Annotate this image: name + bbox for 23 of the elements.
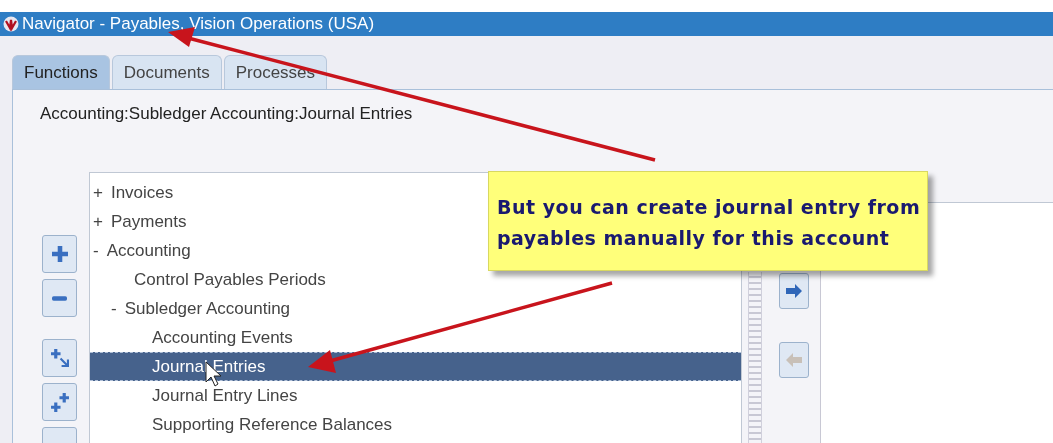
tab[interactable]: Documents xyxy=(111,55,222,89)
function-path: Accounting:Subledger Accounting:Journal Entries xyxy=(40,104,413,123)
arrow-icon xyxy=(784,352,804,368)
tree-item[interactable]: Accounting Events xyxy=(90,323,741,352)
tree-item[interactable]: Supporting Reference Balances xyxy=(90,410,741,439)
plus-icon xyxy=(50,349,69,367)
splitter-handle[interactable] xyxy=(748,272,762,443)
tab[interactable]: Functions xyxy=(12,55,110,89)
tree-item[interactable]: - Subledger Accounting xyxy=(90,294,741,323)
tree-button[interactable] xyxy=(42,383,77,421)
tree-button[interactable] xyxy=(42,235,77,273)
tree-button[interactable] xyxy=(42,279,77,317)
plus-icon xyxy=(50,392,69,412)
window-title: Navigator - Payables, Vision Operations (USA) xyxy=(22,14,375,34)
minus-icon xyxy=(52,295,67,301)
tree-item[interactable]: Journal Entry Lines xyxy=(90,381,741,410)
app-logo-icon xyxy=(3,16,19,32)
note-tooltip: But you can create journal entry from payables manually for this account xyxy=(488,171,928,271)
tree-button[interactable] xyxy=(42,339,77,377)
move-button[interactable] xyxy=(779,273,809,309)
tab[interactable]: Processes xyxy=(223,55,328,89)
arrow-icon xyxy=(784,283,804,299)
plus-icon xyxy=(51,246,68,262)
